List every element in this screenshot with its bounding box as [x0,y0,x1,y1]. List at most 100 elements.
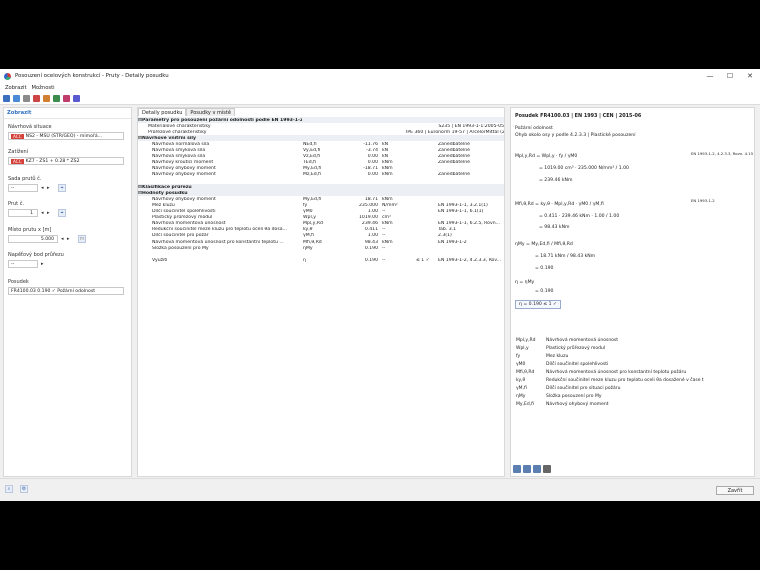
table-row[interactable]: Návrhová smyková síla Vy,Ed,fi -3.74 kN Zane… [138,148,504,154]
cell-u: kN [382,148,389,153]
report-export-icon[interactable] [533,465,541,473]
legend-text: Návrhová momentová únosnost pro konstant… [546,370,687,375]
close-dialog-button[interactable]: Zavřít [716,486,754,495]
pointer-icon[interactable] [13,94,20,102]
cell-f: EN 1993-1-2 [438,239,467,245]
menu-zobrazit[interactable]: Zobrazit [5,85,27,91]
table-row[interactable]: Návrhová momentová únosnost Mpl,y,Rd 239.4… [138,221,504,227]
menu-moznosti[interactable]: Možnosti [32,85,55,91]
prut-next-icon[interactable]: ▸ [47,210,50,216]
print-icon[interactable] [543,465,551,473]
table-row[interactable]: Návrhová momentová únosnost pro konstant… [138,239,504,245]
table-row[interactable]: Materiálové charakteristiky S235 | EN 199… [138,123,504,129]
table-row[interactable]: Plastický průřezový modul Wpl,y 1019.00 cm³ [138,215,504,221]
bod-combo[interactable]: -- [8,260,38,268]
posudek-combo[interactable]: FR4100.03 0.190 ✓ Požární odolnost [8,287,124,295]
report-icon[interactable] [63,94,70,102]
misto-input[interactable]: 5.000 [8,235,58,243]
table-row[interactable]: Návrhový ohybový moment Mz,Ed,fi 0.00 kNm Za… [138,172,504,178]
collapse-icon[interactable]: ⊟ [138,185,142,190]
table-row[interactable]: Dílčí součinitel spolehlivosti γM0 1.00 -- E… [138,209,504,215]
tab-posudky-v-miste[interactable]: Posudky v místě [186,108,235,116]
misto-prev-icon[interactable]: ◂ [61,236,64,242]
report-options-icon[interactable] [523,465,531,473]
collapse-icon[interactable]: ⊟ [138,136,142,141]
cell-f: Zanedbatelné [438,172,470,178]
collapse-icon[interactable]: ⊟ [138,191,142,196]
tab-detaily-posudku[interactable]: Detaily posudku [138,108,187,116]
maximize-button[interactable]: ☐ [720,69,740,83]
zatizeni-combo[interactable]: ACC KZ7 - ZS1 + 0.28 * ZS2 [8,157,124,165]
check-icon[interactable] [53,94,60,102]
legend-text: Dílčí součinitel pro situaci požáru [546,386,621,391]
tree-icon[interactable] [23,94,30,102]
close-button[interactable]: ✕ [740,69,760,83]
collapse-icon[interactable]: ⊟ [138,118,142,123]
bod-next-icon[interactable]: ▸ [41,261,44,267]
select-icon[interactable] [3,94,10,102]
search-icon[interactable]: ⌕ [5,485,13,493]
cell-a: Návrhový ohybový moment [152,196,216,202]
cell-u: -- [382,227,386,233]
cell-d: S235 | EN 1993-1-1:2005-05 [438,123,504,129]
sada-pick-icon[interactable]: ⌖ [58,184,66,192]
prut-pick-icon[interactable]: ⌖ [58,209,66,217]
cell-u: N/mm² [382,202,398,208]
legend-text: Návrhová momentová únosnost [546,338,619,343]
report-ref1: EN 1993-1-2, 4.2.3.3, Rovn. 4.15 [691,151,754,156]
table-row[interactable]: Parametry pro posouzení požární odolnost… [138,117,504,123]
table-row[interactable]: Návrhové vnitřní síly ⊟ [138,135,504,142]
eq3a: ηMy = My,Ed,fi / Mfi,θ,Rd [515,242,573,247]
units-icon[interactable]: ⚙ [20,485,28,493]
legend-text: Mez kluzu [546,354,569,359]
filter-icon[interactable] [33,94,40,102]
report-settings-icon[interactable] [513,465,521,473]
legend-symbol: Mpl,y,Rd [516,338,536,343]
cell-a: Složka posouzení pro My [152,245,209,251]
minimize-button[interactable]: — [700,69,720,83]
cell-f: Zanedbatelné [438,148,470,153]
cell-f: 2.3(1) [438,233,452,239]
table-row[interactable]: Složka posouzení pro My ηMy 0.190 -- [138,245,504,251]
legend-text: Návrhový ohybový moment [546,402,609,407]
legend-symbol: ηMy [516,394,526,399]
table-row[interactable]: Mez kluzu fy 235.000 N/mm² EN 1993-1-1, 3.2.… [138,202,504,208]
table-row[interactable]: Hodnoty posudku ⊟ [138,190,504,197]
settings-icon[interactable] [73,94,80,102]
left-panel: Zobrazit Návrhová situace ACC NS2 - MSÚ (… [3,107,132,477]
cell-c: 98.43 [364,239,378,245]
sada-combo[interactable]: -- [8,184,38,192]
misto-next-icon[interactable]: ▸ [67,236,70,242]
table-row[interactable]: Návrhový kroutící moment TEd,fi 0.00 kNm Zan… [138,160,504,166]
table-row[interactable]: Klasifikace průřezu ⊟ [138,184,504,191]
table-row[interactable]: Návrhový ohybový moment My,Ed,fi 18.71 kNm [138,196,504,202]
member-icon[interactable] [43,94,50,102]
cell-a: Návrhová momentová únosnost [152,221,226,227]
table-row[interactable]: Využití η 0.190 -- ≤ 1 ✓ EN 1993-1-2, 4.2.3.3… [138,257,504,263]
table-row[interactable]: Redukční součinitel meze kluzu pro teplo… [138,227,504,233]
report-ref2: EN 1993-1-2 [691,198,715,203]
table-row[interactable]: Dílčí součinitel pro požár γM,fi 1.00 -- 2.3… [138,233,504,239]
eq1a: Mpl,y,Rd = Wpl,y · fy / γM0 [515,154,578,159]
prut-combo[interactable]: 1 [8,209,38,217]
footer: ⌕ ⚙ Zavřít [0,478,760,501]
prut-prev-icon[interactable]: ◂ [41,210,44,216]
table-row[interactable] [138,178,504,184]
situace-value: NS2 - MSÚ (STR/GEO) - mimořá... [25,133,103,139]
table-row[interactable]: Návrhová normálová síla NEd,fi -11.76 kN Zan… [138,141,504,147]
misto-unit-button[interactable]: m [78,235,86,243]
cell-a: Návrhový kroutící moment [152,160,214,166]
cell-u: -- [382,257,386,263]
cell-a: Návrhová normálová síla [152,141,210,147]
sada-next-icon[interactable]: ▸ [47,185,50,191]
cell-a: Dílčí součinitel pro požár [152,233,209,239]
table-row[interactable] [138,251,504,257]
table-row[interactable]: Průřezové charakteristiky IPE 360 | Euron… [138,129,504,135]
sada-label: Sada prutů č. [8,176,42,182]
situace-combo[interactable]: ACC NS2 - MSÚ (STR/GEO) - mimořá... [8,132,124,140]
sada-prev-icon[interactable]: ◂ [41,185,44,191]
eq3c: = 0.190 [535,266,554,271]
eq2c: = 98.43 kNm [539,225,570,230]
table-row[interactable]: Návrhová smyková síla Vz,Ed,fi 0.00 kN Zaned… [138,154,504,160]
table-row[interactable]: Návrhový ohybový moment My,Ed,fi -18.71 kNm [138,166,504,172]
